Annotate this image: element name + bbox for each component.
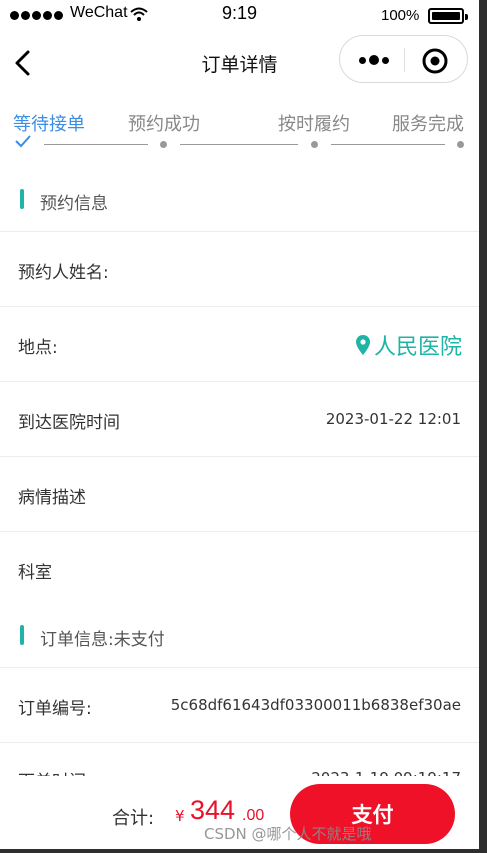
window-frame-bottom [0, 849, 487, 853]
step-on-time: 按时履约 [278, 114, 350, 135]
row-order-time: 下单时间 2023-1-19 09:19:17 [0, 741, 479, 781]
appointment-section-title: 预约信息 [40, 194, 108, 214]
capsule-divider [404, 48, 405, 72]
total-label: 合计: [112, 808, 155, 829]
row-patient-name: 预约人姓名: [0, 232, 479, 307]
department-label: 科室 [18, 563, 52, 583]
arrival-time-label: 到达医院时间 [18, 413, 120, 433]
section-accent-bar [20, 625, 24, 645]
row-arrival-time: 到达医院时间 2023-01-22 12:01 [0, 382, 479, 457]
mini-program-capsule [339, 35, 468, 83]
status-bar: WeChat 9:19 100% [0, 0, 479, 30]
target-close-icon[interactable] [420, 46, 450, 76]
order-section-header: 订单信息:未支付 [0, 601, 479, 668]
step-connector [180, 144, 298, 145]
condition-label: 病情描述 [18, 488, 86, 508]
battery-icon [428, 8, 468, 24]
battery-percent: 100% [381, 7, 420, 24]
step-dot [457, 141, 464, 148]
order-progress-steps: 等待接单 预约成功 按时履约 服务完成 [0, 94, 479, 164]
row-department: 科室 [0, 532, 479, 607]
step-complete: 服务完成 [392, 114, 464, 135]
row-location: 地点: 人民医院 [0, 307, 479, 382]
step-dot [160, 141, 167, 148]
location-link[interactable]: 人民医院 [355, 329, 462, 361]
currency-symbol: ¥ [175, 807, 185, 825]
row-condition: 病情描述 [0, 457, 479, 532]
bottom-pay-bar: 合计: ¥ 344 .00 支付 CSDN @哪个人不就是哦 [0, 776, 479, 849]
more-dots-icon[interactable] [352, 46, 396, 74]
csdn-watermark: CSDN @哪个人不就是哦 [204, 825, 372, 843]
order-number-value: 5c68df61643df03300011b6838ef30ae [170, 696, 461, 714]
row-order-number: 订单编号: 5c68df61643df03300011b6838ef30ae [0, 668, 479, 743]
step-waiting: 等待接单 [13, 114, 85, 135]
map-pin-icon [355, 335, 370, 355]
patient-name-label: 预约人姓名: [18, 263, 109, 283]
step-connector [44, 144, 148, 145]
step-dot [311, 141, 318, 148]
appointment-section-header: 预约信息 [0, 165, 479, 232]
order-section-title: 订单信息:未支付 [40, 630, 165, 650]
arrival-time-value: 2023-01-22 12:01 [325, 410, 461, 428]
step-appointment-success: 预约成功 [128, 114, 200, 135]
check-icon [15, 135, 31, 148]
window-frame-right [479, 0, 487, 853]
location-value: 人民医院 [373, 335, 462, 360]
section-accent-bar [20, 189, 24, 209]
nav-bar: 订单详情 [0, 30, 479, 94]
order-number-label: 订单编号: [18, 699, 92, 719]
step-connector [331, 144, 445, 145]
total-amount-integer: 344 [190, 795, 236, 825]
location-label: 地点: [18, 338, 58, 358]
